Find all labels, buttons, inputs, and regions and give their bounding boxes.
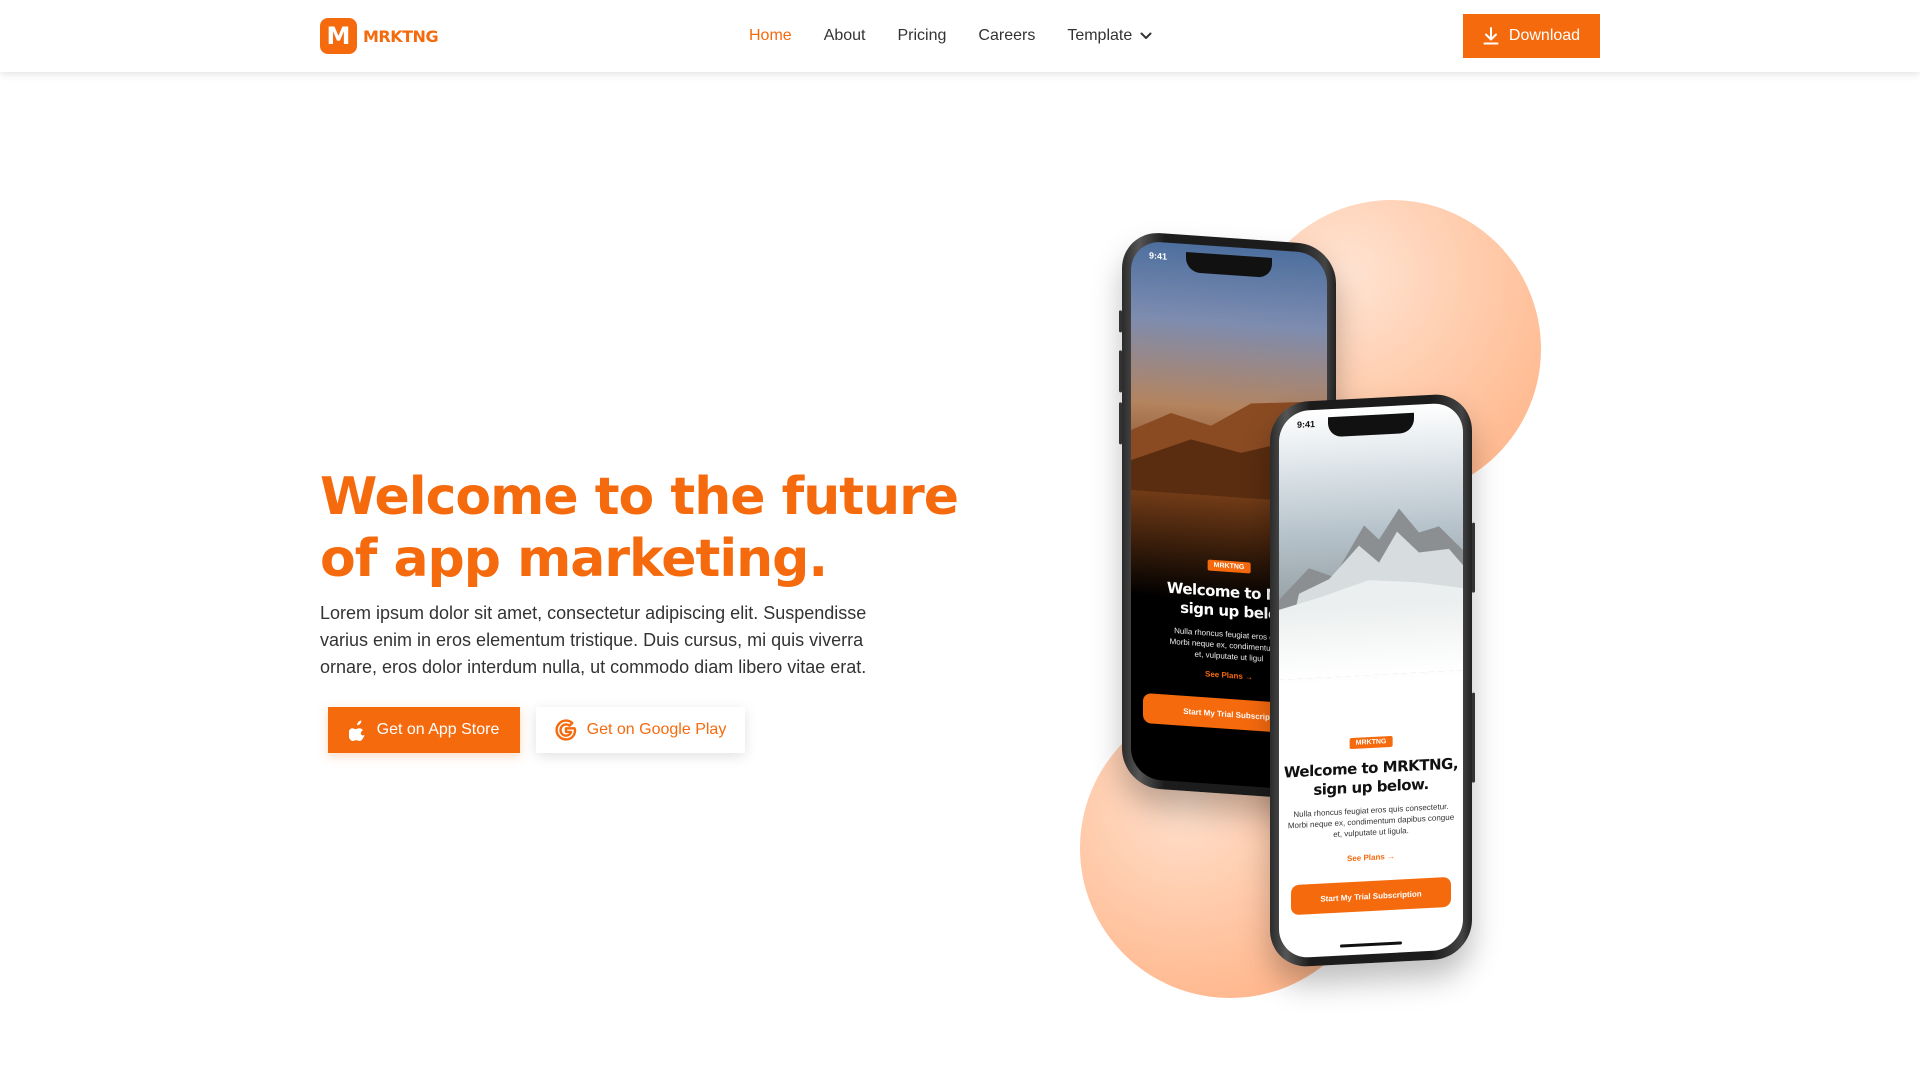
phone-side-button [1119, 350, 1122, 393]
nav-item-template-label: Template [1067, 27, 1133, 44]
hero-title-line: Welcome to the future [320, 467, 959, 527]
download-button[interactable]: Download [1463, 14, 1600, 58]
hero-title: Welcome to the future of app marketing. [320, 466, 960, 590]
phone-front: 9:41 MRKTNG Welcome to MRKTNG, sign up b… [1270, 392, 1475, 969]
google-play-button-label: Get on Google Play [586, 721, 727, 738]
phone-front-see-plans-link: See Plans → [1346, 851, 1396, 864]
nav-item-about[interactable]: About [824, 27, 866, 45]
main-nav: Home About Pricing Careers Template [749, 0, 1152, 72]
status-time: 9:41 [1297, 418, 1316, 430]
phone-side-button [1472, 692, 1475, 783]
phone-front-text: Nulla rhoncus feugiat eros quis consecte… [1287, 801, 1455, 843]
snowy-mountain-image [1279, 508, 1463, 680]
hero-description-line: varius enim in eros elementum tristique.… [320, 630, 864, 650]
nav-item-pricing[interactable]: Pricing [898, 27, 947, 45]
phone-side-button [1119, 402, 1122, 445]
phone-front-badge: MRKTNG [1349, 735, 1393, 750]
phone-front-title: Welcome to MRKTNG, sign up below. [1279, 754, 1463, 802]
home-indicator [1340, 941, 1402, 948]
navbar: M MRKTNG Home About Pricing Careers Temp… [0, 0, 1920, 72]
phone-front-cta: Start My Trial Subscription [1291, 876, 1451, 916]
google-icon [555, 719, 576, 741]
hero-description: Lorem ipsum dolor sit amet, consectetur … [320, 600, 920, 681]
phone-side-button [1119, 310, 1122, 333]
logo-mark: M [320, 18, 357, 54]
google-play-button[interactable]: Get on Google Play [536, 707, 745, 753]
hero-phone-mockup: 9:41 MRKTNG Welcome to MR sign up belo N… [1070, 190, 1550, 1010]
hero-description-line: Lorem ipsum dolor sit amet, consectetur … [320, 603, 867, 623]
phone-notch [1186, 251, 1272, 279]
hero-description-line: ornare, eros dolor interdum nulla, ut co… [320, 657, 867, 677]
nav-item-home[interactable]: Home [749, 27, 792, 45]
chevron-down-icon [1140, 32, 1152, 39]
logo-text: MRKTNG [363, 26, 439, 46]
app-store-button[interactable]: Get on App Store [328, 707, 520, 753]
phone-side-button [1472, 522, 1475, 593]
apple-icon [348, 720, 365, 741]
nav-item-careers[interactable]: Careers [978, 27, 1035, 45]
app-store-button-label: Get on App Store [376, 721, 500, 738]
download-icon [1483, 27, 1499, 45]
hero-title-line: of app marketing. [320, 529, 828, 589]
nav-item-template[interactable]: Template [1067, 27, 1152, 45]
brand-logo[interactable]: M MRKTNG [320, 18, 439, 54]
download-button-label: Download [1508, 27, 1581, 44]
phone-front-screen: 9:41 MRKTNG Welcome to MRKTNG, sign up b… [1279, 402, 1463, 959]
status-time: 9:41 [1149, 250, 1168, 262]
phone-back-badge: MRKTNG [1207, 559, 1251, 574]
phone-notch [1328, 412, 1414, 438]
